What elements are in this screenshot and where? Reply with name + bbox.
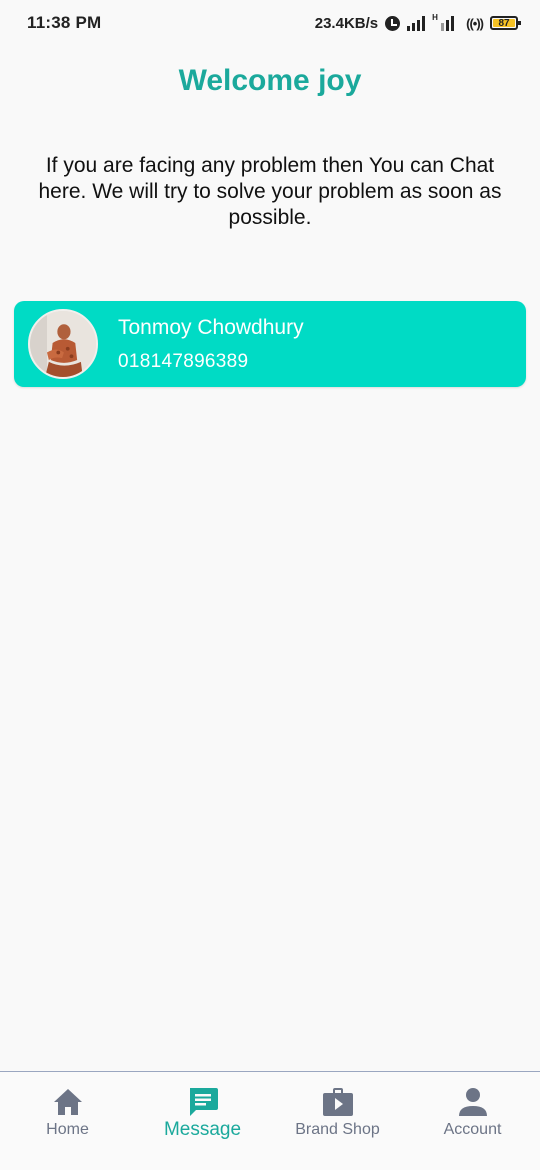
- nav-item-message[interactable]: Message: [135, 1072, 270, 1170]
- nav-label-home: Home: [46, 1121, 89, 1138]
- nav-label-account: Account: [443, 1121, 502, 1138]
- chat-list-item[interactable]: Tonmoy Chowdhury 018147896389: [14, 301, 526, 387]
- nav-item-account[interactable]: Account: [405, 1072, 540, 1170]
- hotspot-icon: ((•)): [466, 15, 484, 31]
- account-icon: [457, 1086, 489, 1118]
- contact-phone: 018147896389: [118, 350, 249, 372]
- network-speed: 23.4KB/s: [314, 14, 379, 32]
- home-icon: [52, 1086, 84, 1118]
- status-bar: 11:38 PM 23.4KB/s H ((•)) 87: [0, 0, 540, 46]
- alarm-icon: [385, 15, 401, 31]
- battery-level: 87: [493, 19, 515, 29]
- nav-item-brand-shop[interactable]: Brand Shop: [270, 1072, 405, 1170]
- bottom-nav: Home Message Brand Shop Account: [0, 1071, 540, 1170]
- avatar-photo: [30, 311, 96, 377]
- nav-label-brand-shop: Brand Shop: [295, 1121, 380, 1138]
- nav-item-home[interactable]: Home: [0, 1072, 135, 1170]
- contact-name: Tonmoy Chowdhury: [118, 315, 304, 339]
- page-title: Welcome joy: [178, 64, 362, 97]
- chat-info: Tonmoy Chowdhury 018147896389: [118, 316, 304, 373]
- avatar: [28, 309, 98, 379]
- status-icons: 23.4KB/s H ((•)) 87: [314, 13, 521, 32]
- battery-icon: 87: [490, 16, 521, 30]
- signal-h-icon: H: [432, 13, 459, 31]
- brand-shop-icon: [322, 1086, 354, 1118]
- nav-label-message: Message: [163, 1119, 242, 1140]
- status-time: 11:38 PM: [27, 13, 102, 32]
- message-icon: [187, 1086, 219, 1118]
- message-screen: 11:38 PM 23.4KB/s H ((•)) 87 Welcome joy…: [0, 0, 540, 1170]
- signal-icon: [407, 15, 426, 31]
- intro-text: If you are facing any problem then You c…: [38, 154, 502, 229]
